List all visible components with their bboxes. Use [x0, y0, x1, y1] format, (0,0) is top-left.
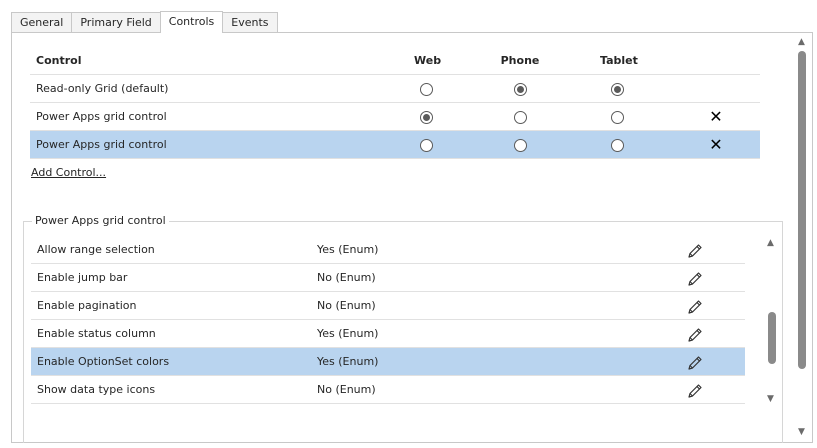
pencil-icon[interactable]	[687, 270, 703, 286]
tab-primary-field[interactable]: Primary Field	[71, 12, 161, 33]
properties-legend: Power Apps grid control	[32, 214, 169, 228]
web-radio[interactable]	[419, 138, 433, 152]
tablet-radio[interactable]	[610, 138, 624, 152]
phone-radio[interactable]	[513, 138, 527, 152]
tab-strip: General Primary Field Controls Events	[11, 11, 278, 33]
pencil-icon[interactable]	[687, 382, 703, 398]
property-name: Allow range selection	[37, 243, 155, 256]
property-name: Enable pagination	[37, 299, 137, 312]
controls-panel: Control Web Phone Tablet Read-only Grid …	[11, 32, 813, 443]
property-value: Yes (Enum)	[317, 355, 379, 368]
pencil-icon[interactable]	[687, 326, 703, 342]
property-row[interactable]: Enable status column Yes (Enum)	[31, 320, 745, 348]
property-name: Show data type icons	[37, 383, 156, 396]
property-value: No (Enum)	[317, 299, 376, 312]
header-web: Web	[414, 54, 442, 67]
control-properties-group: Power Apps grid control Allow range sele…	[23, 214, 783, 443]
web-cell	[414, 75, 438, 103]
properties-scrollbar[interactable]: ▲ ▼	[766, 236, 778, 412]
tablet-cell	[600, 75, 634, 103]
header-control: Control	[36, 54, 82, 67]
properties-table: Allow range selection Yes (Enum) Enable ju…	[31, 236, 745, 404]
phone-cell	[500, 75, 540, 103]
control-row[interactable]: Read-only Grid (default)	[30, 75, 760, 103]
close-icon[interactable]: ✕	[709, 107, 722, 126]
scroll-down-icon[interactable]: ▼	[767, 394, 774, 404]
tablet-radio[interactable]	[610, 82, 624, 96]
controls-table: Control Web Phone Tablet Read-only Grid …	[30, 47, 760, 159]
remove-control-cell: ✕	[704, 103, 728, 133]
phone-cell	[500, 131, 540, 159]
scroll-down-icon[interactable]: ▼	[798, 427, 805, 437]
property-name: Enable status column	[37, 327, 156, 340]
scroll-up-icon[interactable]: ▲	[767, 238, 774, 248]
tab-controls[interactable]: Controls	[159, 11, 224, 33]
tab-general[interactable]: General	[11, 12, 73, 33]
tablet-radio[interactable]	[610, 110, 624, 124]
web-cell	[414, 103, 438, 131]
control-name: Power Apps grid control	[36, 110, 167, 123]
control-name: Read-only Grid (default)	[36, 82, 169, 95]
control-row[interactable]: Power Apps grid control ✕	[30, 103, 760, 131]
pencil-icon[interactable]	[687, 354, 703, 370]
control-name: Power Apps grid control	[36, 138, 167, 151]
tab-events[interactable]: Events	[222, 12, 278, 33]
pencil-icon[interactable]	[687, 298, 703, 314]
property-value: Yes (Enum)	[317, 327, 379, 340]
controls-table-header: Control Web Phone Tablet	[30, 47, 760, 75]
property-value: No (Enum)	[317, 383, 376, 396]
panel-scrollbar[interactable]: ▲ ▼	[795, 33, 809, 442]
scroll-thumb[interactable]	[798, 51, 806, 369]
web-cell	[414, 131, 438, 159]
pencil-icon[interactable]	[687, 242, 703, 258]
property-row[interactable]: Enable jump bar No (Enum)	[31, 264, 745, 292]
scroll-thumb[interactable]	[768, 312, 776, 364]
scroll-up-icon[interactable]: ▲	[798, 37, 805, 47]
remove-control-cell: ✕	[704, 131, 728, 161]
close-icon[interactable]: ✕	[709, 135, 722, 154]
property-name: Enable OptionSet colors	[37, 355, 170, 368]
control-row[interactable]: Power Apps grid control ✕	[30, 131, 760, 159]
property-value: Yes (Enum)	[317, 243, 379, 256]
property-value: No (Enum)	[317, 271, 376, 284]
phone-radio[interactable]	[513, 82, 527, 96]
property-row[interactable]: Enable pagination No (Enum)	[31, 292, 745, 320]
web-radio[interactable]	[419, 110, 433, 124]
property-name: Enable jump bar	[37, 271, 128, 284]
phone-cell	[500, 103, 540, 131]
tablet-cell	[600, 103, 634, 131]
add-control-link[interactable]: Add Control...	[31, 166, 106, 179]
phone-radio[interactable]	[513, 110, 527, 124]
header-tablet: Tablet	[600, 54, 638, 67]
tablet-cell	[600, 131, 634, 159]
header-phone: Phone	[500, 54, 540, 67]
property-row[interactable]: Allow range selection Yes (Enum)	[31, 236, 745, 264]
property-row[interactable]: Show data type icons No (Enum)	[31, 376, 745, 404]
property-row[interactable]: Enable OptionSet colors Yes (Enum)	[31, 348, 745, 376]
web-radio[interactable]	[419, 82, 433, 96]
